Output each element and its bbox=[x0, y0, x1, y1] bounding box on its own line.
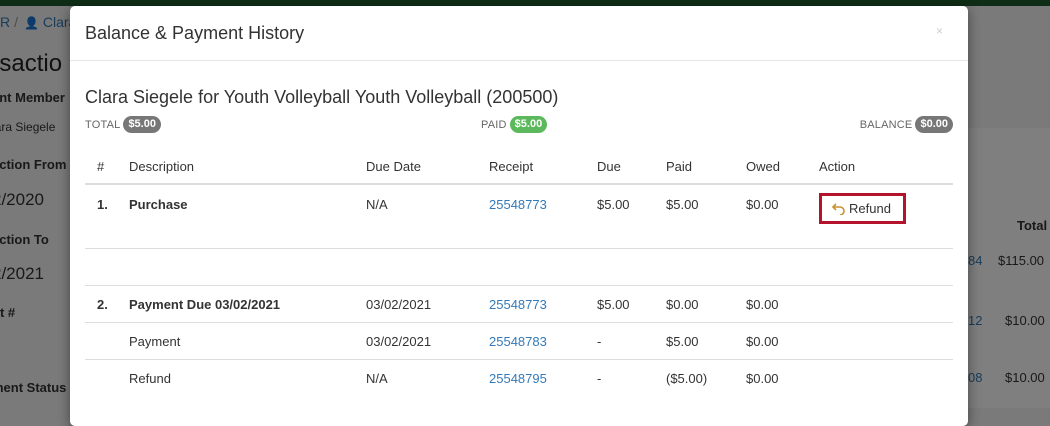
refund-button[interactable]: Refund bbox=[819, 193, 906, 224]
table-row: 1. Purchase N/A 25548773 $5.00 $5.00 $0.… bbox=[85, 184, 953, 249]
table-spacer-row bbox=[85, 248, 953, 286]
row-due-date: N/A bbox=[366, 197, 388, 212]
row-due: - bbox=[585, 322, 654, 360]
row-number bbox=[85, 359, 117, 396]
table-row: 2. Payment Due 03/02/2021 03/02/2021 255… bbox=[85, 285, 953, 323]
row-due: - bbox=[585, 359, 654, 396]
payment-history-table: # Description Due Date Receipt Due Paid … bbox=[85, 149, 953, 396]
row-number: 2. bbox=[85, 285, 117, 323]
row-description: Payment Due 03/02/2021 bbox=[117, 285, 354, 323]
row-owed: $0.00 bbox=[734, 285, 807, 323]
balance-label: BALANCE bbox=[859, 118, 913, 131]
total-label: TOTAL bbox=[85, 118, 121, 131]
row-due: $5.00 bbox=[585, 285, 654, 323]
row-number: 1. bbox=[97, 197, 108, 212]
row-due-date: 03/02/2021 bbox=[354, 285, 477, 323]
row-description: Refund bbox=[117, 359, 354, 396]
row-description: Purchase bbox=[129, 197, 188, 212]
row-paid: $5.00 bbox=[666, 197, 699, 212]
row-paid: ($5.00) bbox=[654, 359, 734, 396]
table-header-row: # Description Due Date Receipt Due Paid … bbox=[85, 149, 953, 185]
row-description: Payment bbox=[117, 322, 354, 360]
table-row: Payment 03/02/2021 25548783 - $5.00 $0.0… bbox=[85, 322, 953, 360]
table-row: Refund N/A 25548795 - ($5.00) $0.00 bbox=[85, 359, 953, 396]
row-paid: $0.00 bbox=[654, 285, 734, 323]
paid-label: PAID bbox=[481, 118, 507, 131]
row-number bbox=[85, 322, 117, 360]
column-header: Due bbox=[585, 149, 654, 185]
column-header: # bbox=[85, 149, 117, 185]
close-button[interactable]: × bbox=[936, 24, 943, 38]
registration-title: Clara Siegele for Youth Volleyball Youth… bbox=[85, 87, 559, 107]
row-due: $5.00 bbox=[597, 197, 630, 212]
receipt-link[interactable]: 25548795 bbox=[489, 371, 547, 386]
column-header: Due Date bbox=[354, 149, 477, 185]
receipt-link[interactable]: 25548783 bbox=[489, 334, 547, 349]
payment-history-modal: Balance & Payment History × Clara Siegel… bbox=[70, 6, 968, 426]
row-owed: $0.00 bbox=[734, 322, 807, 360]
column-header: Action bbox=[807, 149, 953, 185]
row-due-date: 03/02/2021 bbox=[354, 322, 477, 360]
refund-button-label: Refund bbox=[849, 201, 891, 216]
paid-badge: $5.00 bbox=[509, 116, 548, 133]
row-owed: $0.00 bbox=[746, 197, 779, 212]
row-due-date: N/A bbox=[354, 359, 477, 396]
row-paid: $5.00 bbox=[654, 322, 734, 360]
column-header: Paid bbox=[654, 149, 734, 185]
undo-arrow-icon bbox=[832, 202, 846, 215]
receipt-link[interactable]: 25548773 bbox=[489, 297, 547, 312]
column-header: Receipt bbox=[477, 149, 585, 185]
column-header: Description bbox=[117, 149, 354, 185]
column-header: Owed bbox=[734, 149, 807, 185]
row-owed: $0.00 bbox=[734, 359, 807, 396]
totals-row: TOTAL $5.00 PAID $5.00 BALANCE $0.00 bbox=[85, 116, 953, 134]
total-badge: $5.00 bbox=[123, 116, 161, 133]
balance-badge: $0.00 bbox=[915, 116, 953, 133]
receipt-link[interactable]: 25548773 bbox=[489, 197, 547, 212]
modal-title: Balance & Payment History bbox=[85, 23, 305, 43]
modal-header: Balance & Payment History × bbox=[70, 6, 968, 61]
